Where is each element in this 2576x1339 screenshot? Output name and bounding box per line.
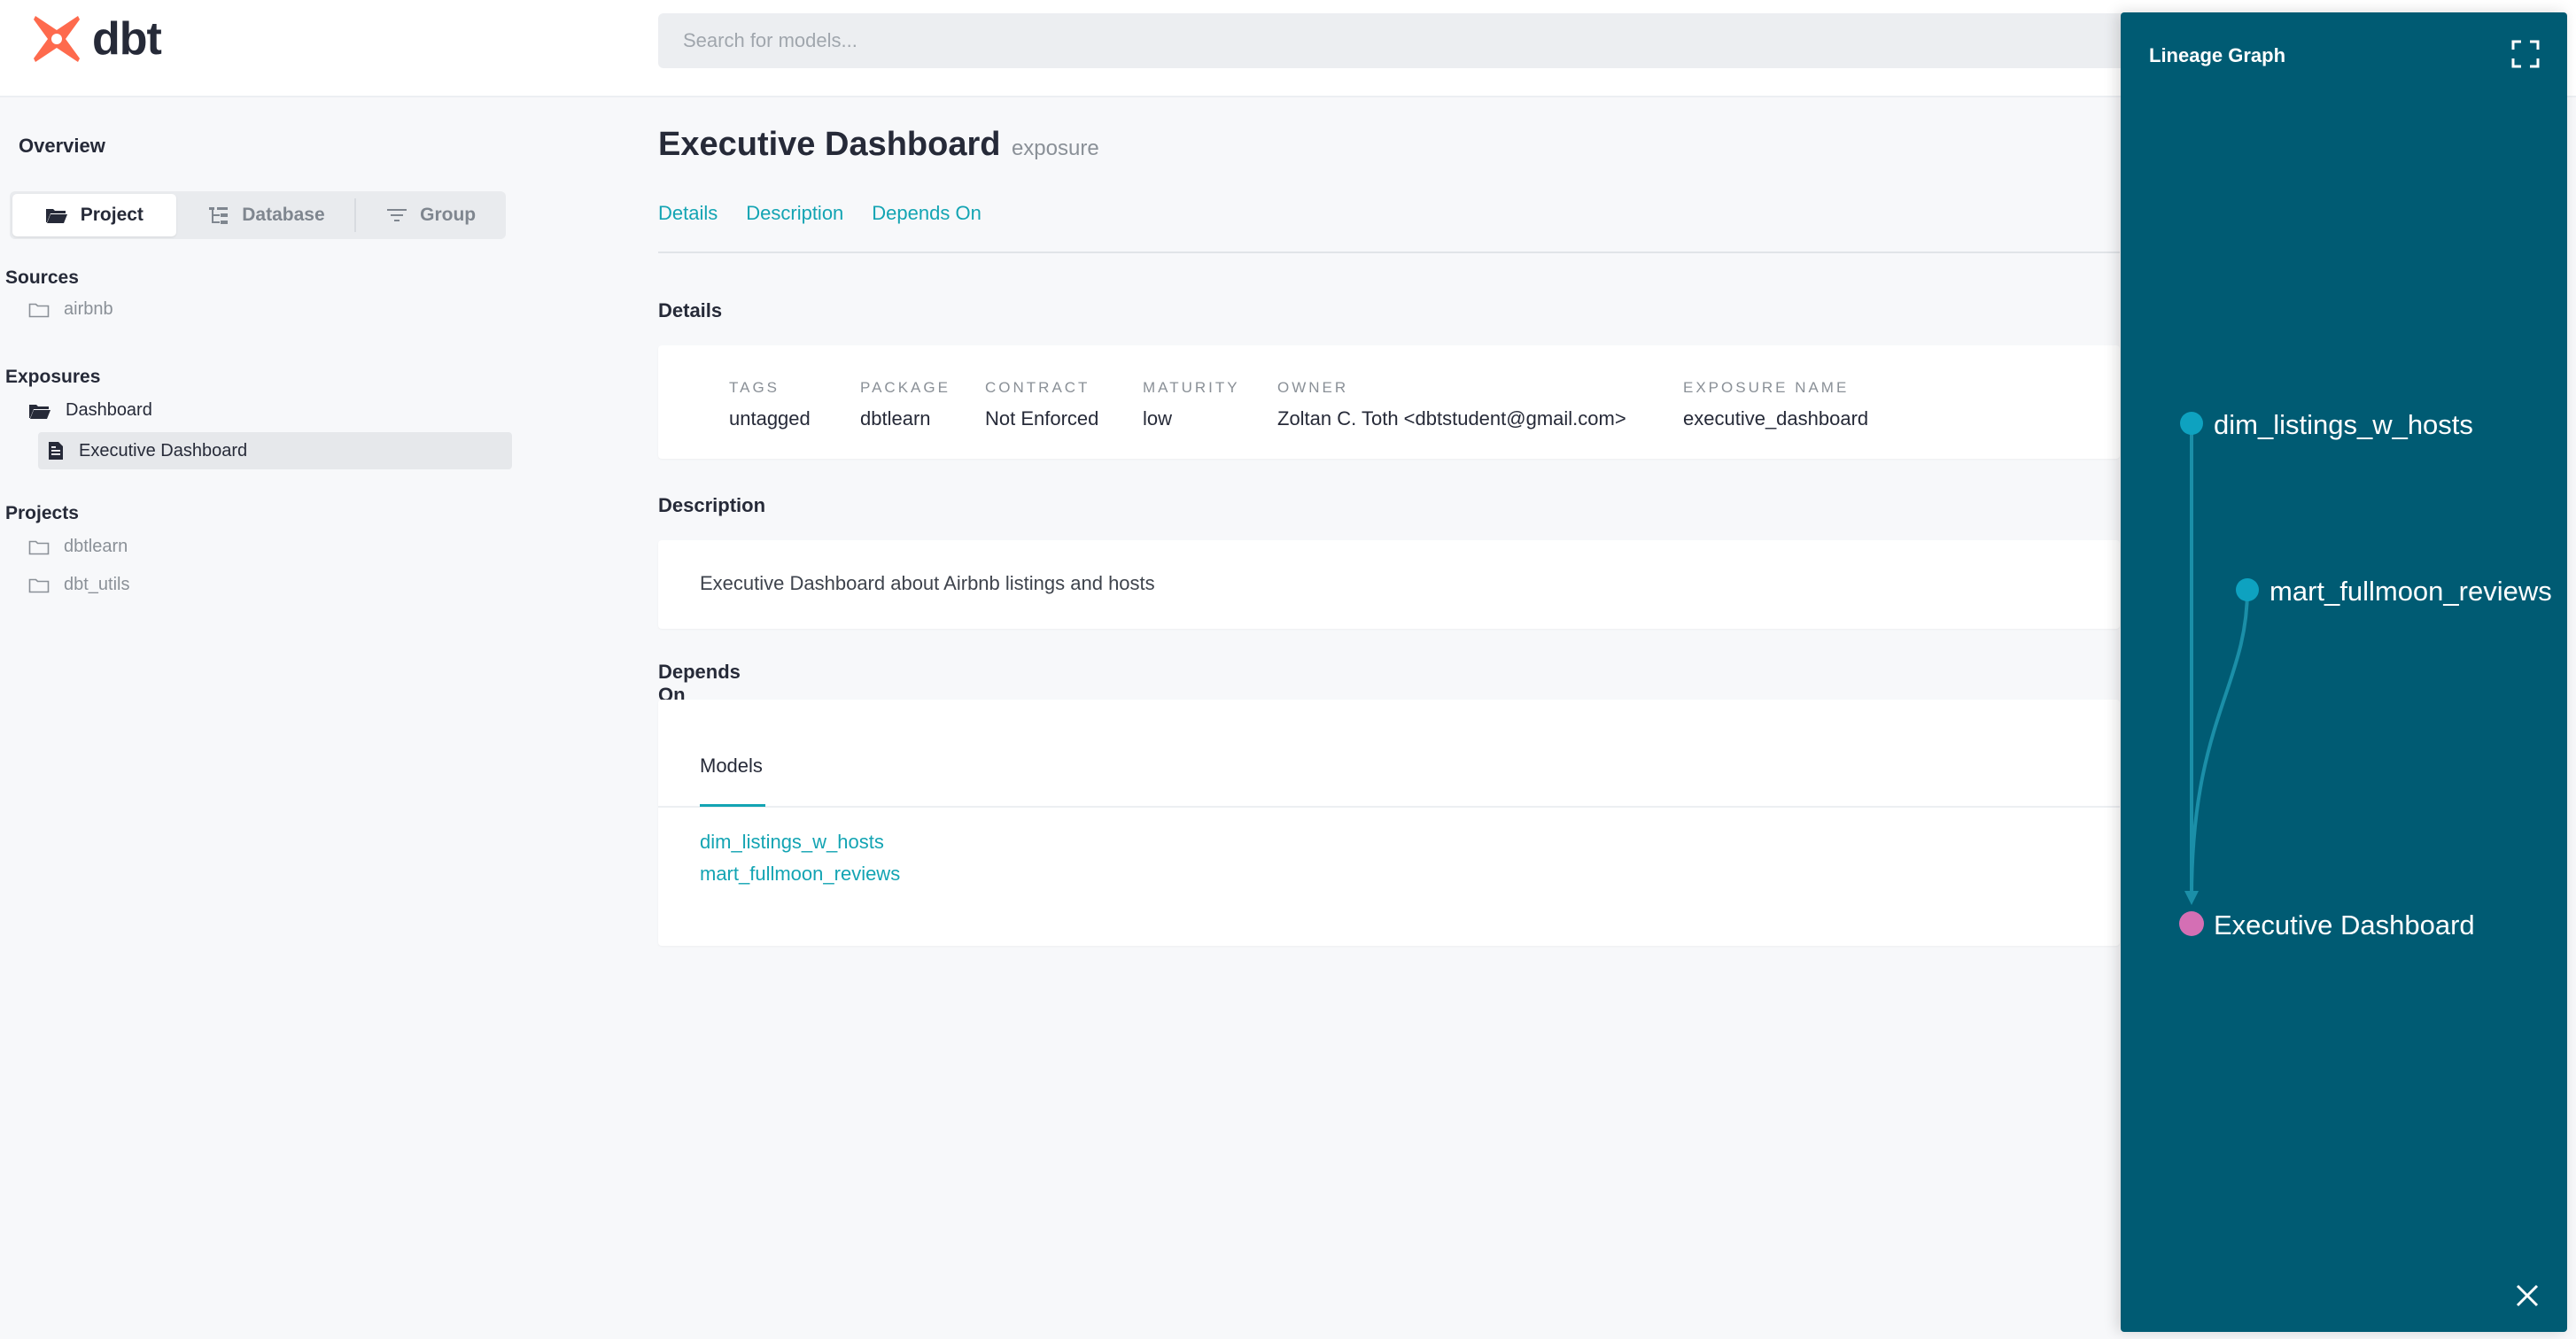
meta-package: PACKAGE dbtlearn [860,379,950,430]
dbt-logo[interactable]: dbt [30,12,162,66]
sidebar-item-label: airbnb [64,299,113,319]
meta-label: MATURITY [1143,379,1240,396]
tab-database-label: Database [242,205,325,225]
view-switcher: Project Database Group [10,191,506,239]
meta-tags: TAGS untagged [729,379,811,430]
sidebar-item-dbt-utils[interactable]: dbt_utils [28,575,130,595]
tab-depends-on[interactable]: Depends On [872,202,982,225]
node-dim-listings-w-hosts [2180,412,2203,435]
sidebar-item-label: Dashboard [66,400,152,420]
node-executive-dashboard [2179,911,2204,936]
tree-structure-icon [209,207,229,224]
details-card: TAGS untagged PACKAGE dbtlearn CONTRACT … [658,345,2120,459]
folder-icon [28,303,50,317]
node-mart-fullmoon-reviews [2236,578,2259,601]
meta-label: PACKAGE [860,379,950,396]
meta-exposure-name: EXPOSURE NAME executive_dashboard [1683,379,1868,430]
model-link-dim-listings-w-hosts[interactable]: dim_listings_w_hosts [700,831,884,854]
tab-project[interactable]: Project [12,194,176,236]
folder-icon [28,578,50,592]
sidebar-item-airbnb[interactable]: airbnb [28,299,113,320]
folder-icon [28,540,50,554]
active-tab-underline [700,804,765,807]
tab-project-label: Project [80,205,144,225]
sidebar-item-dashboard[interactable]: Dashboard [28,400,152,421]
tab-models[interactable]: Models [700,755,763,778]
model-link-mart-fullmoon-reviews[interactable]: mart_fullmoon_reviews [700,863,900,886]
filter-lines-icon [387,209,407,221]
tabs-divider [658,252,2120,253]
tab-line [658,806,2120,808]
document-icon [49,442,63,460]
sidebar-item-executive-dashboard[interactable]: Executive Dashboard [38,432,512,469]
search-bar[interactable] [658,13,2164,68]
meta-value: low [1143,407,1173,430]
sidebar-item-label: dbt_utils [64,575,130,594]
section-tabs: Details Description Depends On [658,202,982,225]
meta-label: EXPOSURE NAME [1683,379,1850,396]
node-label: dim_listings_w_hosts [2214,409,2473,440]
resource-type-label: exposure [1011,136,1099,160]
description-text: Executive Dashboard about Airbnb listing… [700,572,1155,594]
meta-label: TAGS [729,379,780,396]
tab-database[interactable]: Database [179,191,355,239]
page-title: Executive Dashboard exposure [658,126,1099,164]
meta-value: dbtlearn [860,407,931,430]
sidebar-item-dbtlearn[interactable]: dbtlearn [28,537,128,557]
sidebar: Overview Project Database Group Sources … [0,97,531,1339]
tab-group-label: Group [420,205,477,225]
node-label: Executive Dashboard [2214,909,2475,940]
description-heading: Description [658,494,766,516]
meta-maturity: MATURITY low [1143,379,1240,430]
node-label: mart_fullmoon_reviews [2270,576,2552,607]
tab-details[interactable]: Details [658,202,718,225]
details-heading: Details [658,299,723,321]
description-card: Executive Dashboard about Airbnb listing… [658,540,2120,629]
projects-heading: Projects [5,503,79,523]
folder-open-icon [45,209,67,223]
tab-group[interactable]: Group [356,191,506,239]
arrow-head-icon [2184,891,2199,905]
lineage-panel: Lineage Graph dim_listings_w_hosts mart_… [2121,12,2567,1332]
sidebar-title: Overview [19,135,105,157]
meta-owner: OWNER Zoltan C. Toth <dbtstudent@gmail.c… [1277,379,1626,430]
depends-on-card: Models dim_listings_w_hosts mart_fullmoo… [658,700,2120,946]
folder-open-icon [29,404,50,419]
meta-label: OWNER [1277,379,1349,396]
meta-value: Not Enforced [985,407,1099,430]
edge-mart-to-exposure [2190,589,2249,899]
meta-value: untagged [729,407,811,430]
meta-value: Zoltan C. Toth <dbtstudent@gmail.com> [1277,407,1626,430]
search-input[interactable] [658,13,2164,68]
tab-description[interactable]: Description [746,202,843,225]
dbt-logo-icon [34,16,80,62]
meta-value: executive_dashboard [1683,407,1869,430]
page-title-text: Executive Dashboard [658,126,1001,163]
exposures-heading: Exposures [5,367,101,387]
sources-heading: Sources [5,267,79,288]
sidebar-item-label: Executive Dashboard [79,440,248,461]
sidebar-item-label: dbtlearn [64,537,128,556]
lineage-graph[interactable]: dim_listings_w_hosts mart_fullmoon_revie… [2121,12,2567,1332]
meta-label: CONTRACT [985,379,1090,396]
logo-text: dbt [92,13,162,65]
meta-contract: CONTRACT Not Enforced [985,379,1098,430]
close-icon[interactable] [2516,1284,2539,1307]
